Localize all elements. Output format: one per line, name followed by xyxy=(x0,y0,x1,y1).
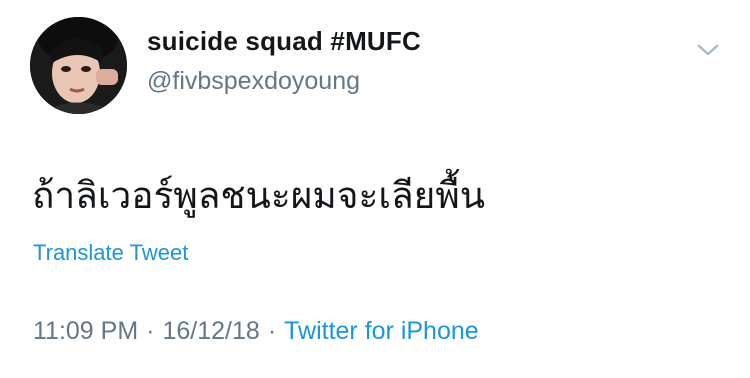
display-name[interactable]: suicide squad #MUFC xyxy=(147,26,421,57)
translate-tweet-link[interactable]: Translate Tweet xyxy=(33,240,188,266)
separator-dot: · xyxy=(146,317,155,345)
avatar-image xyxy=(30,17,127,114)
tweet-time[interactable]: 11:09 PM xyxy=(33,317,138,345)
user-handle[interactable]: @fivbspexdoyoung xyxy=(147,67,360,96)
avatar[interactable] xyxy=(30,17,127,114)
tweet-metadata: 11:09 PM · 16/12/18 · Twitter for iPhone xyxy=(33,317,479,346)
tweet-text: ถ้าลิเวอร์พูลชนะผมจะเลียพื้น xyxy=(32,174,486,217)
chevron-down-icon[interactable] xyxy=(695,40,721,60)
tweet-date[interactable]: 16/12/18 xyxy=(162,317,259,345)
separator-dot: · xyxy=(267,317,277,345)
tweet-source-link[interactable]: Twitter for iPhone xyxy=(284,317,479,345)
